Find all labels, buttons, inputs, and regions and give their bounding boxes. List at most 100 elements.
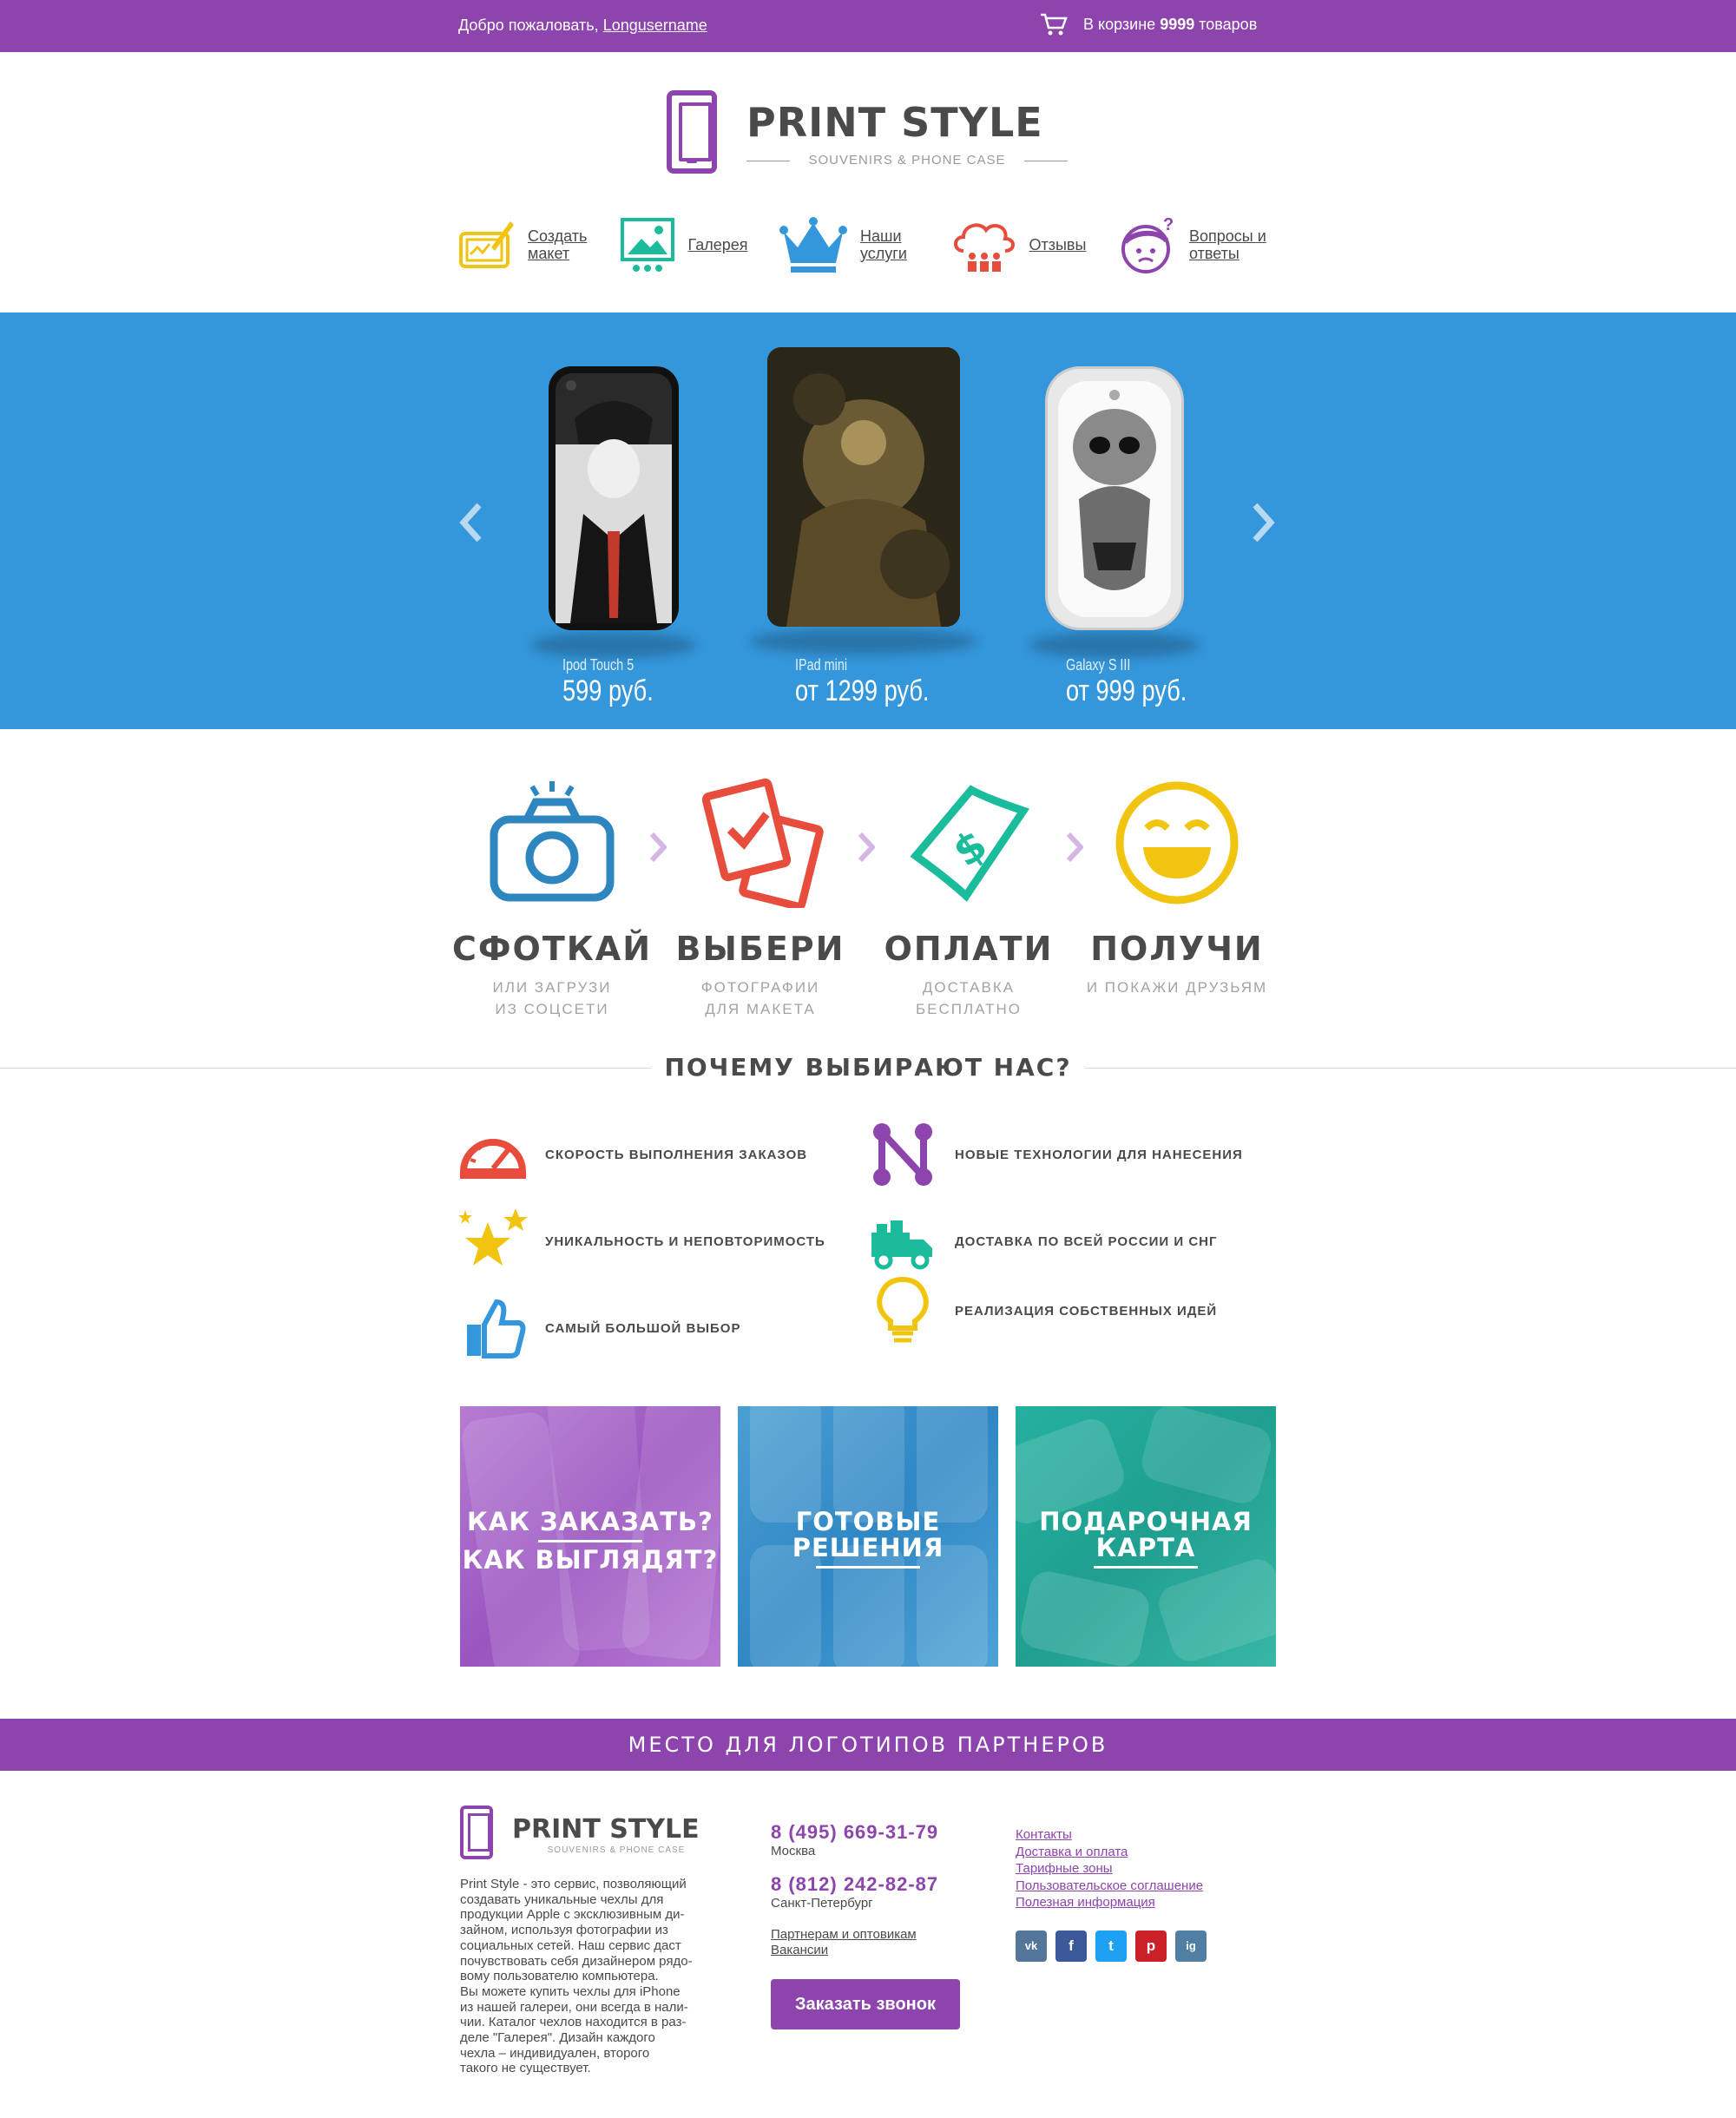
money-icon: $ xyxy=(910,785,1030,902)
cart-text: В корзине 9999 товаров xyxy=(1083,16,1257,34)
product-name: Galaxy S III xyxy=(1066,656,1131,674)
phone-logo-icon xyxy=(667,90,717,174)
instagram-icon[interactable]: ig xyxy=(1175,1931,1207,1962)
facebook-icon[interactable]: f xyxy=(1055,1931,1087,1962)
product-name: Ipod Touch 5 xyxy=(562,656,635,674)
feature-tech: НОВЫЕ ТЕХНОЛОГИИ ДЛЯ НАНЕСЕНИЯ xyxy=(868,1120,1243,1189)
order-steps: СФОТКАЙ ИЛИ ЗАГРУЗИ ИЗ СОЦСЕТИ ВЫБЕРИ ФО… xyxy=(452,778,1274,1017)
tile-decoration xyxy=(833,1406,904,1523)
logo-name: PRINT STYLE xyxy=(746,99,1043,146)
site-logo[interactable]: PRINT STYLE SOUVENIRS & PHONE CASE xyxy=(667,90,1075,175)
tile-decoration xyxy=(917,1545,988,1667)
logo-tagline: SOUVENIRS & PHONE CASE xyxy=(746,153,1068,168)
svg-text:?: ? xyxy=(1163,216,1174,234)
case-art-ipad xyxy=(767,347,960,627)
cart-icon xyxy=(1041,13,1068,36)
footer-menu: Контакты Доставка и оплата Тарифные зоны… xyxy=(1016,1826,1203,1911)
stars-icon xyxy=(458,1208,528,1266)
nav-label-reviews: Отзывы xyxy=(1029,236,1087,253)
username-link[interactable]: Longusername xyxy=(603,16,707,34)
smile-icon xyxy=(1115,781,1239,904)
phone-moscow[interactable]: 8 (495) 669-31-79 xyxy=(771,1821,938,1844)
case-shadow xyxy=(1029,632,1200,658)
gallery-icon xyxy=(620,218,674,272)
case-shadow xyxy=(531,632,696,658)
nav-item-create[interactable]: Создать макет xyxy=(458,208,606,281)
pinterest-icon[interactable]: p xyxy=(1135,1931,1167,1962)
tile-title: ПОДАРОЧНАЯ xyxy=(1039,1507,1253,1536)
nav-item-faq[interactable]: ? Вопросы и ответы xyxy=(1120,208,1267,281)
step-photo: СФОТКАЙ ИЛИ ЗАГРУЗИ ИЗ СОЦСЕТИ xyxy=(451,778,653,1020)
tile-gift-card[interactable]: ПОДАРОЧНАЯ КАРТА xyxy=(1016,1406,1276,1667)
footer-link-tariffs[interactable]: Тарифные зоны xyxy=(1016,1860,1203,1878)
feature-text: СКОРОСТЬ ВЫПОЛНЕНИЯ ЗАКАЗОВ xyxy=(545,1147,808,1162)
step-subtitle-line: И ПОКАЖИ ДРУЗЬЯМ xyxy=(1086,979,1268,996)
step-title: ВЫБЕРИ xyxy=(675,930,845,968)
feature-ideas: РЕАЛИЗАЦИЯ СОБСТВЕННЫХ ИДЕЙ xyxy=(868,1276,1217,1345)
feature-text: РЕАЛИЗАЦИЯ СОБСТВЕННЫХ ИДЕЙ xyxy=(955,1303,1218,1319)
nav-label-create: Создать макет xyxy=(528,227,588,262)
cart-suffix: товаров xyxy=(1199,15,1258,33)
welcome-label: Добро пожаловать, xyxy=(458,16,599,34)
footer-link-contacts[interactable]: Контакты xyxy=(1016,1826,1203,1844)
step-receive: ПОЛУЧИ И ПОКАЖИ ДРУЗЬЯМ xyxy=(1076,778,1278,998)
order-call-button[interactable]: Заказать звонок xyxy=(771,1979,960,2029)
step-subtitle-line: ФОТОГРАФИИ xyxy=(700,979,820,996)
partners-link[interactable]: Партнерам и оптовикам xyxy=(771,1927,917,1943)
cloud-people-icon xyxy=(953,223,1015,272)
product-image-ipod[interactable] xyxy=(549,366,679,630)
step-subtitle: ДОСТАВКА БЕСПЛАТНО xyxy=(868,977,1069,1020)
product-image-ipad[interactable] xyxy=(767,347,960,627)
nav-label-faq: Вопросы и ответы xyxy=(1189,227,1266,262)
nav-item-reviews[interactable]: Отзывы xyxy=(951,208,1108,281)
footer-logo-name: PRINT STYLE xyxy=(512,1814,700,1845)
product-info-ipod: Ipod Touch 5 599 руб. xyxy=(562,656,676,708)
product-image-galaxy[interactable] xyxy=(1045,366,1184,630)
jobs-link[interactable]: Вакансии xyxy=(771,1943,828,1958)
phone-spb[interactable]: 8 (812) 242-82-87 xyxy=(771,1873,938,1896)
nav-label-gallery: Галерея xyxy=(687,236,748,253)
twitter-icon[interactable]: t xyxy=(1095,1931,1127,1962)
footer-description: Print Style - это сервис, позволяющий со… xyxy=(460,1877,693,2076)
step-subtitle-line: ИЛИ ЗАГРУЗИ xyxy=(492,979,612,996)
tile-ready-solutions[interactable]: ГОТОВЫЕ РЕШЕНИЯ xyxy=(738,1406,998,1667)
product-name: IPad mini xyxy=(795,656,848,674)
truck-icon xyxy=(871,1220,932,1270)
footer-logo[interactable]: PRINT STYLE SOUVENIRS & PHONE CASE xyxy=(460,1806,720,1861)
tile-title: КАК ВЫГЛЯДЯТ? xyxy=(462,1545,719,1575)
vk-icon[interactable]: vk xyxy=(1016,1931,1047,1962)
product-info-galaxy: Galaxy S III от 999 руб. xyxy=(1066,656,1217,708)
network-icon xyxy=(873,1123,932,1186)
product-price: от 1299 руб. xyxy=(795,674,930,707)
footer-link-info[interactable]: Полезная информация xyxy=(1016,1894,1203,1911)
nav-item-services[interactable]: Наши услуги xyxy=(779,208,938,281)
nav-item-gallery[interactable]: Галерея xyxy=(619,208,766,281)
tile-how-to-order[interactable]: КАК ЗАКАЗАТЬ? КАК ВЫГЛЯДЯТ? xyxy=(460,1406,720,1667)
tile-underline xyxy=(1094,1566,1198,1569)
case-shadow xyxy=(750,628,977,654)
footer-link-delivery[interactable]: Доставка и оплата xyxy=(1016,1844,1203,1861)
step-choose: ВЫБЕРИ ФОТОГРАФИИ ДЛЯ МАКЕТА xyxy=(660,778,861,1020)
tile-decoration xyxy=(750,1406,821,1523)
footer-link-agreement[interactable]: Пользовательское соглашение xyxy=(1016,1878,1203,1895)
why-title: ПОЧЕМУ ВЫБИРАЮТ НАС? xyxy=(651,1050,1085,1085)
step-subtitle-line: ДОСТАВКА xyxy=(922,979,1016,996)
slider-prev-arrow-icon[interactable] xyxy=(458,502,484,543)
city-moscow: Москва xyxy=(771,1844,816,1858)
case-art-galaxy xyxy=(1058,381,1171,617)
slider-next-arrow-icon[interactable] xyxy=(1250,502,1276,543)
feature-delivery: ДОСТАВКА ПО ВСЕЙ РОССИИ И СНГ xyxy=(868,1207,1218,1276)
step-subtitle: ИЛИ ЗАГРУЗИ ИЗ СОЦСЕТИ xyxy=(451,977,653,1020)
cart-summary[interactable]: В корзине 9999 товаров xyxy=(1040,12,1257,36)
product-price: от 999 руб. xyxy=(1066,674,1187,707)
tile-underline xyxy=(816,1566,920,1569)
product-slider: Ipod Touch 5 599 руб. IPad mini от 1299 … xyxy=(0,312,1736,729)
feature-text: УНИКАЛЬНОСТЬ И НЕПОВТОРИМОСТЬ xyxy=(545,1233,825,1249)
feature-text: САМЫЙ БОЛЬШОЙ ВЫБОР xyxy=(545,1320,741,1336)
feature-text: ДОСТАВКА ПО ВСЕЙ РОССИИ И СНГ xyxy=(955,1233,1218,1249)
main-nav: Создать макет Галерея Наши услуги Отзывы xyxy=(458,208,1267,281)
step-title: ПОЛУЧИ xyxy=(1090,930,1264,968)
tile-title: РЕШЕНИЯ xyxy=(792,1533,944,1562)
tile-title: ГОТОВЫЕ xyxy=(795,1507,941,1536)
tablet-draw-icon xyxy=(459,221,514,268)
